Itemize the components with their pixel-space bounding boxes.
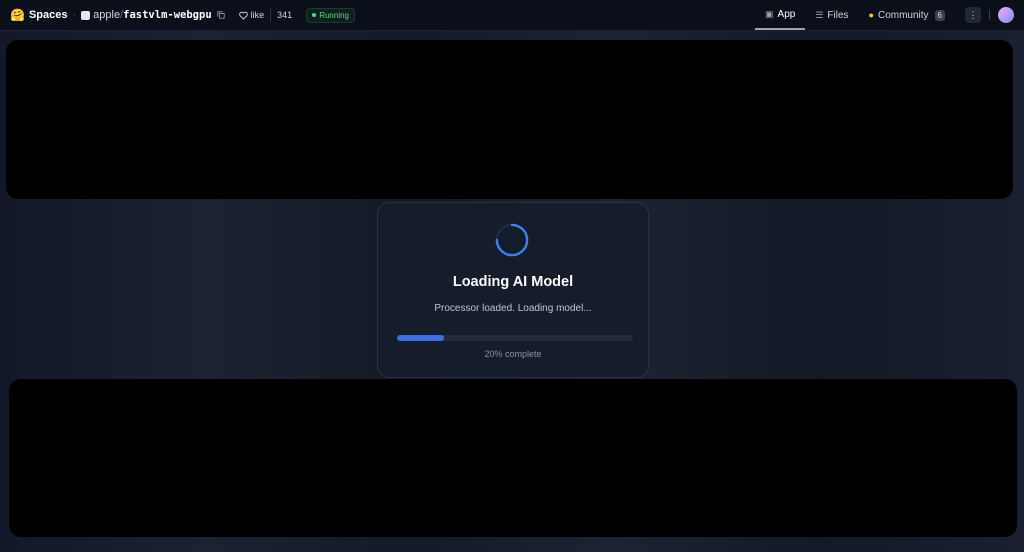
header-right: ▣ App ☰ Files ● Community 6 ⋮ [755,0,1024,30]
loading-spinner-icon [495,223,529,257]
page: 🤗 Spaces · apple / fastvlm-webgpu like 3… [0,0,1024,552]
like-toggle[interactable]: like [235,8,271,22]
top-navigation-bar: 🤗 Spaces · apple / fastvlm-webgpu like 3… [0,0,1024,31]
space-app-frame: Loading AI Model Processor loaded. Loadi… [0,31,1024,552]
brand-label: Spaces [28,9,68,21]
divider [989,10,990,20]
header-left: 🤗 Spaces · apple / fastvlm-webgpu like 3… [0,0,356,30]
owner-link[interactable]: apple [93,9,120,21]
loading-card: Loading AI Model Processor loaded. Loadi… [377,202,649,378]
tab-files[interactable]: ☰ Files [805,0,858,30]
tab-community[interactable]: ● Community 6 [859,0,955,30]
space-name-link[interactable]: fastvlm-webgpu [123,9,212,21]
loading-title: Loading AI Model [452,274,574,290]
progress-bar [397,335,633,341]
status-label: Running [319,10,350,20]
space-icon [81,10,91,20]
progress-label: 20% complete [484,349,542,359]
redacted-region-bottom [9,379,1017,537]
copy-icon[interactable] [217,11,225,19]
redacted-region-top [6,40,1013,199]
like-button[interactable]: like 341 [235,8,299,22]
community-count-badge: 6 [934,9,945,21]
status-dot-icon [312,13,317,17]
more-options-button[interactable]: ⋮ [965,7,981,23]
like-label: like [250,10,265,20]
tab-community-label: Community [877,9,929,21]
heart-icon [238,11,248,20]
status-badge: Running [306,7,356,23]
tab-app-label: App [777,8,796,20]
spaces-home-link[interactable]: 🤗 Spaces [10,9,67,21]
tab-app[interactable]: ▣ App [755,0,806,30]
tab-files-label: Files [827,9,849,21]
app-icon: ▣ [765,8,774,19]
user-avatar[interactable] [998,7,1014,23]
divider: · [72,9,77,21]
progress-bar-fill [397,335,445,341]
files-icon: ☰ [815,9,824,20]
community-icon: ● [868,10,874,20]
like-count[interactable]: 341 [270,8,298,22]
loading-status-text: Processor loaded. Loading model... [434,303,592,314]
hugging-face-icon: 🤗 [10,8,25,22]
kebab-menu-icon: ⋮ [968,9,978,20]
